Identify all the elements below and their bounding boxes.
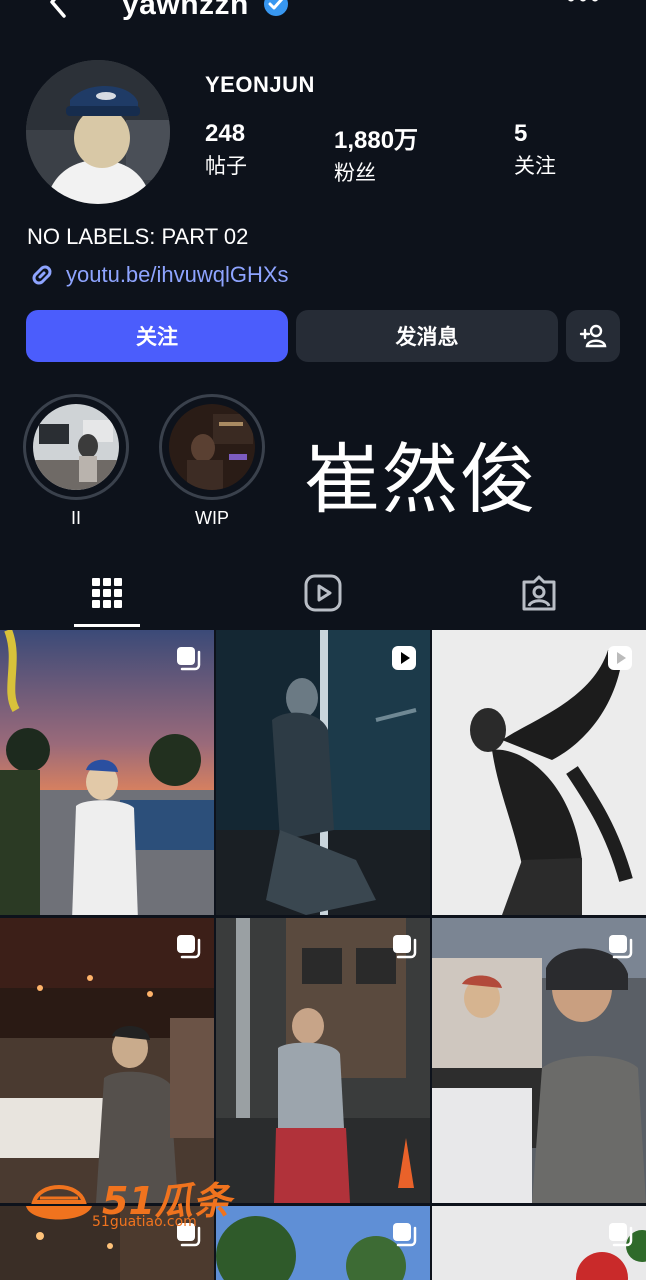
watermark-domain: 51guatiao.com <box>92 1214 197 1230</box>
highlight-label: WIP <box>195 508 229 528</box>
stat-posts-value: 248 <box>205 120 246 147</box>
carousel-icon <box>177 935 201 959</box>
post-thumbnail[interactable] <box>432 630 646 915</box>
tab-reels[interactable] <box>290 560 356 626</box>
carousel-icon <box>393 1223 417 1247</box>
highlight-thumbnail <box>33 404 119 490</box>
add-user-button[interactable] <box>566 310 620 362</box>
reel-play-icon <box>392 646 416 670</box>
reel-play-icon <box>608 646 632 670</box>
carousel-icon <box>609 1223 633 1247</box>
stat-followers[interactable]: 1,880万 粉丝 <box>334 120 418 187</box>
watermark-logo: 51瓜条 51guatiao.com <box>20 1168 250 1232</box>
add-user-icon <box>579 324 607 348</box>
more-horizontal-icon[interactable] <box>566 0 600 6</box>
profile-tabs <box>0 560 646 628</box>
carousel-icon <box>177 647 201 671</box>
stat-followers-label: 粉丝 <box>334 162 376 185</box>
carousel-icon <box>609 935 633 959</box>
profile-username: yawnzzn <box>122 0 249 21</box>
tab-tagged[interactable] <box>506 560 572 626</box>
post-thumbnail[interactable] <box>216 630 430 915</box>
tab-active-indicator <box>74 624 140 627</box>
overlay-caption: 崔然俊 <box>304 435 538 524</box>
link-icon <box>32 265 52 285</box>
profile-link-text[interactable]: youtu.be/ihvuwqlGHXs <box>66 262 289 288</box>
stat-following[interactable]: 5 关注 <box>514 120 556 180</box>
profile-display-name: YEONJUN <box>205 72 315 97</box>
stat-following-label: 关注 <box>514 155 556 178</box>
follow-button[interactable]: 关注 <box>26 310 288 362</box>
profile-link[interactable]: youtu.be/ihvuwqlGHXs <box>27 260 289 290</box>
highlight-thumbnail <box>169 404 255 490</box>
grid-icon <box>92 578 122 608</box>
profile-bio: NO LABELS: PART 02 <box>27 224 249 249</box>
post-thumbnail[interactable] <box>432 1206 646 1280</box>
post-thumbnail[interactable] <box>432 918 646 1203</box>
post-thumbnail[interactable] <box>0 630 214 915</box>
post-thumbnail[interactable] <box>216 918 430 1203</box>
verified-badge-icon <box>264 0 288 16</box>
chevron-left-icon[interactable] <box>44 0 72 20</box>
highlight-wip[interactable]: WIP <box>159 394 265 529</box>
tagged-icon <box>522 575 556 611</box>
profile-avatar[interactable] <box>26 60 170 204</box>
post-thumbnail[interactable] <box>0 918 214 1203</box>
stat-posts[interactable]: 248 帖子 <box>205 120 247 180</box>
tab-grid[interactable] <box>74 560 140 626</box>
stat-followers-value: 1,880万 <box>334 127 419 154</box>
highlight-ii[interactable]: II <box>23 394 129 529</box>
carousel-icon <box>393 935 417 959</box>
highlight-ring <box>23 394 129 500</box>
stat-posts-label: 帖子 <box>205 155 247 178</box>
reels-icon <box>304 574 342 612</box>
stat-following-value: 5 <box>514 120 528 147</box>
highlight-ring <box>159 394 265 500</box>
top-bar: yawnzzn <box>0 0 646 21</box>
highlight-label: II <box>70 508 81 528</box>
message-button[interactable]: 发消息 <box>296 310 558 362</box>
